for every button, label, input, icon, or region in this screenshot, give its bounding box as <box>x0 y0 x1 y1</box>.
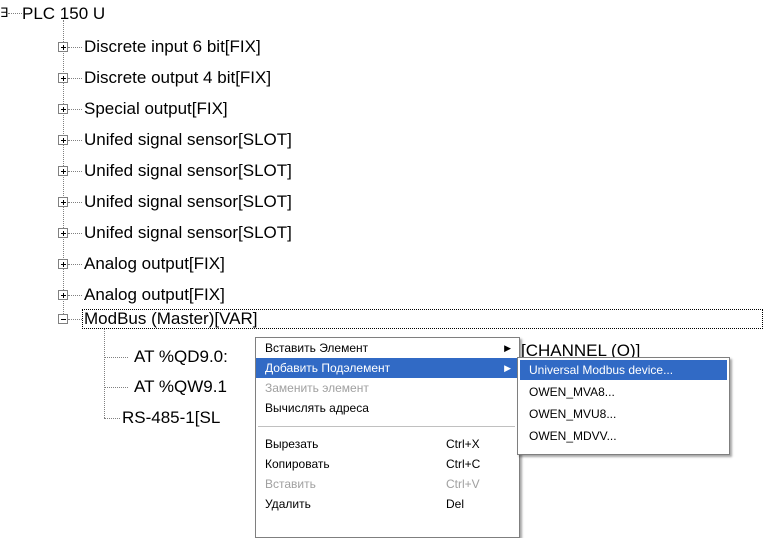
submenu-arrow-icon: ▶ <box>504 363 511 373</box>
tree-node-unifed-sensor-4[interactable]: Unifed signal sensor[SLOT] <box>84 223 292 243</box>
menu-item-cut[interactable]: Вырезать Ctrl+X <box>256 434 519 454</box>
context-menu: Вставить Элемент ▶ Добавить Подэлемент ▶… <box>255 337 520 538</box>
tree-node-analog-output-2[interactable]: Analog output[FIX] <box>84 285 225 305</box>
submenu-arrow-icon: ▶ <box>504 343 511 353</box>
menu-item-delete[interactable]: Удалить Del <box>256 494 519 514</box>
tree-node-at-qd9[interactable]: AT %QD9.0: <box>134 347 228 367</box>
collapse-minus-icon[interactable] <box>58 314 68 324</box>
tree-node-rs485[interactable]: RS-485-1[SL <box>122 408 220 428</box>
shortcut-label: Ctrl+V <box>446 477 480 491</box>
tree-node-analog-output-1[interactable]: Analog output[FIX] <box>84 254 225 274</box>
tree-node-discrete-output[interactable]: Discrete output 4 bit[FIX] <box>84 68 271 88</box>
menu-item-calculate-addresses[interactable]: Вычислять адреса <box>256 398 519 418</box>
tree-node-discrete-input[interactable]: Discrete input 6 bit[FIX] <box>84 37 261 57</box>
menu-item-insert-element[interactable]: Вставить Элемент ▶ <box>256 338 519 358</box>
shortcut-label: Ctrl+C <box>446 457 481 471</box>
expand-plus-icon[interactable] <box>58 228 68 238</box>
submenu-add-subelement: Universal Modbus device... OWEN_MVA8... … <box>517 357 730 455</box>
submenu-item-owen-mva8[interactable]: OWEN_MVA8... <box>520 382 727 402</box>
expand-plus-icon[interactable] <box>58 135 68 145</box>
shortcut-label: Ctrl+X <box>446 437 480 451</box>
expand-plus-icon[interactable] <box>58 42 68 52</box>
tree-node-unifed-sensor-1[interactable]: Unifed signal sensor[SLOT] <box>84 130 292 150</box>
expand-plus-icon[interactable] <box>58 73 68 83</box>
menu-item-add-subelement[interactable]: Добавить Подэлемент ▶ <box>256 358 519 378</box>
expand-plus-icon[interactable] <box>58 197 68 207</box>
expand-plus-icon[interactable] <box>58 104 68 114</box>
submenu-item-owen-mvu8[interactable]: OWEN_MVU8... <box>520 404 727 424</box>
expand-plus-icon[interactable] <box>58 166 68 176</box>
tree-node-unifed-sensor-2[interactable]: Unifed signal sensor[SLOT] <box>84 161 292 181</box>
tree-node-at-qw9[interactable]: AT %QW9.1 <box>134 377 227 397</box>
shortcut-label: Del <box>446 497 465 511</box>
tree-node-unifed-sensor-3[interactable]: Unifed signal sensor[SLOT] <box>84 192 292 212</box>
menu-item-paste[interactable]: Вставить Ctrl+V <box>256 474 519 494</box>
submenu-item-universal-modbus[interactable]: Universal Modbus device... <box>520 360 727 380</box>
tree-node-modbus-master[interactable]: ModBus (Master)[VAR] <box>84 309 258 329</box>
expand-plus-icon[interactable] <box>58 290 68 300</box>
tree-node-special-output[interactable]: Special output[FIX] <box>84 99 228 119</box>
menu-item-replace-element[interactable]: Заменить элемент <box>256 378 519 398</box>
menu-item-copy[interactable]: Копировать Ctrl+C <box>256 454 519 474</box>
submenu-item-owen-mdvv[interactable]: OWEN_MDVV... <box>520 426 727 446</box>
expand-plus-icon[interactable] <box>58 259 68 269</box>
root-expander-icon[interactable]: ∃ <box>0 6 8 20</box>
menu-separator <box>258 426 515 427</box>
